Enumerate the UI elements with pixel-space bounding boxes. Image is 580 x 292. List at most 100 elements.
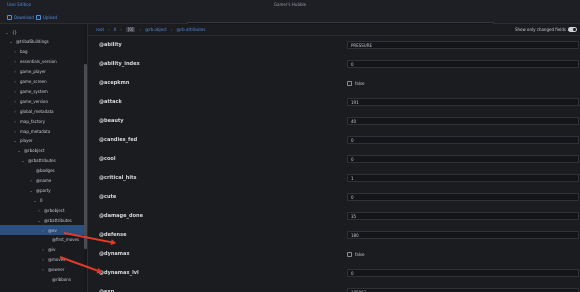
chevron-right-icon[interactable]: › <box>13 89 17 94</box>
tree-item[interactable]: › @owner <box>41 265 64 275</box>
checkbox-label: false <box>355 251 365 257</box>
chevron-down-icon[interactable]: ⌄ <box>29 188 33 193</box>
chevron-right-icon[interactable]: › <box>41 267 45 272</box>
tree-item[interactable]: @first_moves <box>45 235 79 245</box>
chevron-right-icon[interactable]: › <box>41 228 45 233</box>
field-input[interactable]: 0 <box>347 269 579 277</box>
field-input[interactable]: 180 <box>347 231 579 239</box>
show-only-changed-toggle[interactable] <box>568 27 577 32</box>
tree-item[interactable]: ⌄ 0 <box>33 195 42 205</box>
tree-item[interactable]: › map_factory <box>13 116 45 126</box>
field-input[interactable]: 0 <box>347 136 579 144</box>
tree-item-label: global_metadata <box>20 108 54 114</box>
tree-item-label: map_metadata <box>20 128 51 134</box>
field-label: @ability <box>99 42 122 48</box>
tree-item[interactable]: › game_player <box>13 67 46 77</box>
tree-item[interactable]: ⌄ @tribalBuildings <box>9 37 48 47</box>
tree-item-label: @iv <box>48 247 56 253</box>
chevron-down-icon[interactable]: ⌄ <box>33 198 37 203</box>
chevron-right-icon[interactable]: › <box>13 109 17 114</box>
tree-item[interactable]: ⌄ @rbobject <box>17 146 45 156</box>
field-input[interactable]: 0 <box>347 193 579 201</box>
tree-item[interactable]: › game_system <box>13 86 48 96</box>
tree-item-label: @rbattributes <box>44 217 72 223</box>
field-label: @cool <box>99 156 116 162</box>
tree-item[interactable]: › map_metadata <box>13 126 50 136</box>
chevron-down-icon[interactable]: ⌄ <box>5 30 9 35</box>
chevron-right-icon[interactable]: › <box>29 178 33 183</box>
breadcrumb-current[interactable]: @rb.attributes <box>176 27 205 32</box>
upload-button[interactable]: Upload <box>36 14 57 20</box>
field-input[interactable]: 185963 <box>347 288 579 292</box>
field-input[interactable]: 1 <box>347 174 579 182</box>
field-input[interactable]: 191 <box>347 98 579 106</box>
tree-item-label: map_factory <box>20 118 45 124</box>
chevron-right-icon[interactable]: › <box>13 129 17 134</box>
tree-item-label: @ribbons <box>52 277 71 282</box>
tree-item[interactable]: › essentials_version <box>13 57 57 67</box>
chevron-down-icon[interactable]: ⌄ <box>17 148 21 153</box>
tree-item-label: @owner <box>48 267 65 273</box>
tree-item[interactable]: › bag <box>13 47 28 57</box>
checkbox-box[interactable] <box>347 80 352 86</box>
tree-item-label: @badges <box>36 168 55 174</box>
chevron-right-icon[interactable]: › <box>13 59 17 64</box>
tree-item-label: game_screen <box>20 79 47 84</box>
tree-item[interactable]: › @iv <box>41 245 55 255</box>
tree-item[interactable]: ⌄ @rbattributes <box>21 156 55 166</box>
tree-item[interactable]: › game_version <box>13 96 48 106</box>
tree-item-label: @rbobject <box>24 148 45 154</box>
toolbar: Download Upload All ▾ Search by fields o… <box>0 10 580 32</box>
tree-item[interactable]: › @name <box>29 176 51 186</box>
tree-item[interactable]: › game_screen <box>13 77 47 87</box>
chevron-right-icon[interactable]: › <box>41 257 45 262</box>
breadcrumb-item[interactable]: @rb.object <box>145 27 167 32</box>
tree-item[interactable]: @badges <box>29 166 55 176</box>
chevron-down-icon[interactable]: ⌄ <box>9 39 13 44</box>
chevron-right-icon[interactable]: › <box>41 247 45 252</box>
chevron-right-icon[interactable]: › <box>13 99 17 104</box>
chevron-right-icon[interactable]: › <box>13 49 17 54</box>
tree-item[interactable]: ⌄ @rbattributes <box>37 215 72 225</box>
chevron-down-icon[interactable]: ⌄ <box>13 138 17 143</box>
breadcrumb-item[interactable]: 0 <box>114 27 117 32</box>
chevron-right-icon[interactable]: › <box>13 79 17 84</box>
field-input[interactable]: 40 <box>347 117 579 125</box>
chevron-down-icon[interactable]: ⌄ <box>37 218 41 223</box>
chevron-right-icon[interactable]: › <box>13 119 17 124</box>
field-label: @candies_fed <box>99 137 138 143</box>
tree-item[interactable]: › @rbobject <box>37 205 65 215</box>
field-checkbox[interactable]: false <box>347 80 365 86</box>
show-only-changed-label: Show only changed fields <box>514 27 566 32</box>
tree-item[interactable]: @ribbons <box>45 275 71 285</box>
chevron-right-icon[interactable]: › <box>37 208 41 213</box>
tree-item[interactable]: › global_metadata <box>13 106 54 116</box>
field-label: @dynamax <box>99 251 130 257</box>
tree-item-label: player <box>20 138 33 144</box>
toggle-knob <box>573 28 576 31</box>
tree-item-label: @rbobject <box>44 207 65 213</box>
field-label: @critical_hits <box>99 175 137 181</box>
chevron-down-icon[interactable]: ⌄ <box>21 158 25 163</box>
tree-item-label: @first_moves <box>52 237 80 243</box>
field-input[interactable]: PRESSURE <box>347 41 579 49</box>
field-checkbox[interactable]: false <box>347 251 365 257</box>
field-input[interactable]: 35 <box>347 212 579 220</box>
sidebar-scrollbar-thumb[interactable] <box>84 64 87 249</box>
download-button[interactable]: Download <box>7 14 34 20</box>
field-input[interactable]: 0 <box>347 60 579 68</box>
breadcrumb-item[interactable]: [0] <box>125 27 136 32</box>
field-label: @ability_index <box>99 61 140 67</box>
tree-item-label: {} <box>12 29 18 35</box>
chevron-right-icon[interactable]: › <box>13 69 17 74</box>
breadcrumb-root[interactable]: root <box>96 27 104 32</box>
checkbox-box[interactable] <box>347 251 352 257</box>
tree-item-label: bag <box>20 49 28 55</box>
field-input[interactable]: 0 <box>347 155 579 163</box>
tree-item[interactable]: ⌄{} <box>5 27 17 37</box>
tree-item[interactable]: ⌄ @party <box>29 185 50 195</box>
tree-item[interactable]: ⌄ player <box>13 136 33 146</box>
breadcrumb-bar: root › 0 › [0] › @rb.object › @rb.attrib… <box>88 24 580 36</box>
tree-sidebar: ⌄{} ⌄ @tribalBuildings › bag › essentials_vers… <box>0 24 88 292</box>
tree-item-label: essentials_version <box>20 59 57 65</box>
